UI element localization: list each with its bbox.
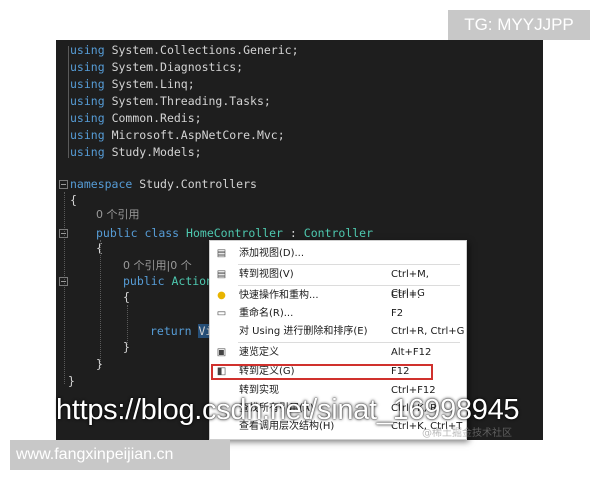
rename-icon: ▭ bbox=[216, 308, 227, 319]
go-to-view-icon: ▤ bbox=[216, 269, 227, 280]
collapse-class-icon[interactable] bbox=[59, 229, 68, 238]
using-line: using Microsoft.AspNetCore.Mvc; bbox=[70, 128, 285, 142]
method-close-brace: } bbox=[123, 340, 130, 354]
namespace-guide bbox=[64, 192, 65, 384]
namespace-open-brace: { bbox=[70, 193, 77, 207]
tg-watermark: TG: MYYJJPP bbox=[448, 10, 590, 40]
menu-item-peek-definition[interactable]: ▣ 速览定义 Alt+F12 bbox=[210, 343, 466, 362]
using-line: using Study.Models; bbox=[70, 145, 202, 159]
class-reference-count[interactable]: 0 个引用 bbox=[96, 207, 140, 223]
namespace-close-brace: } bbox=[68, 374, 75, 388]
class-close-brace: } bbox=[96, 357, 103, 371]
class-declaration-line: public class HomeController : Controller bbox=[96, 226, 374, 240]
using-line: using System.Linq; bbox=[70, 77, 195, 91]
menu-item-go-to-view[interactable]: ▤ 转到视图(V) Ctrl+M, Ctrl+G bbox=[210, 265, 466, 299]
add-view-icon: ▤ bbox=[216, 248, 227, 259]
collapse-method-icon[interactable] bbox=[59, 277, 68, 286]
class-guide bbox=[100, 240, 101, 368]
method-reference-count[interactable]: 0 个引用|0 个 bbox=[123, 258, 192, 274]
site-watermark: www.fangxinpeijian.cn bbox=[10, 440, 230, 470]
menu-item-add-view[interactable]: ▤ 添加视图(D)... bbox=[210, 244, 466, 263]
using-block-guide bbox=[68, 46, 69, 158]
using-line: using System.Threading.Tasks; bbox=[70, 94, 271, 108]
peek-definition-icon: ▣ bbox=[216, 347, 227, 358]
menu-item-rename[interactable]: ▭ 重命名(R)... F2 bbox=[210, 304, 466, 323]
using-line: using System.Collections.Generic; bbox=[70, 43, 299, 57]
menu-item-quick-actions[interactable]: ● 快速操作和重构... Ctrl+. bbox=[210, 286, 466, 305]
using-line: using System.Diagnostics; bbox=[70, 60, 244, 74]
menu-item-remove-sort-usings[interactable]: 对 Using 进行删除和排序(E) Ctrl+R, Ctrl+G bbox=[210, 322, 466, 341]
namespace-line: namespace Study.Controllers bbox=[70, 177, 257, 191]
method-open-brace: { bbox=[123, 290, 130, 304]
using-line: using Common.Redis; bbox=[70, 111, 202, 125]
return-line: return Vi bbox=[150, 324, 213, 338]
highlight-box bbox=[211, 364, 433, 380]
collapse-namespace-icon[interactable] bbox=[59, 180, 68, 189]
method-declaration-line: public Action bbox=[123, 274, 214, 288]
lightbulb-icon: ● bbox=[217, 290, 226, 301]
url-watermark: https://blog.csdn.net/sinat_16998945 bbox=[56, 394, 520, 426]
